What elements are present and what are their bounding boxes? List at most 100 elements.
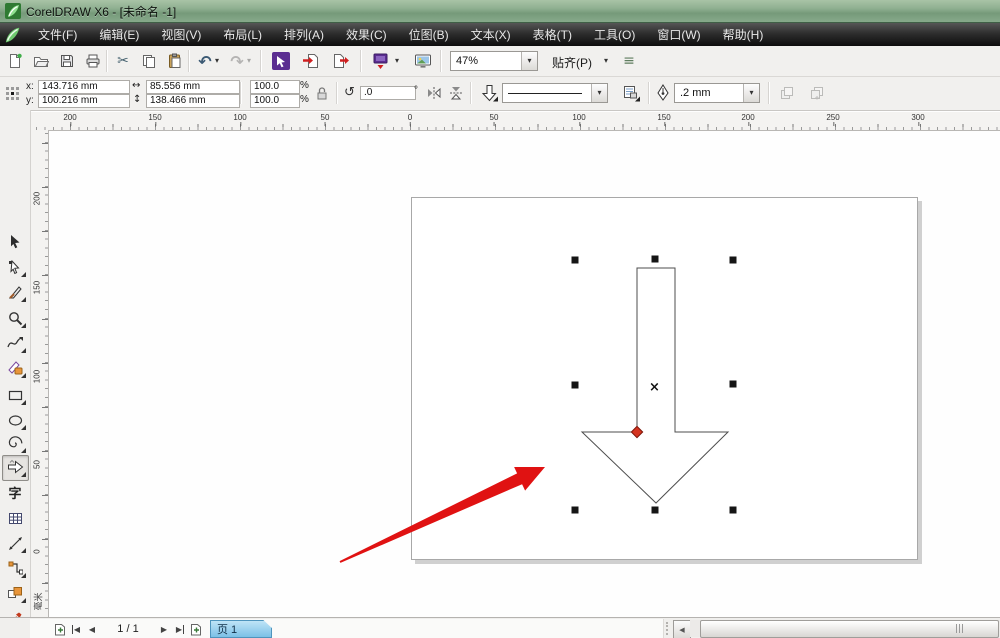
menu-effects[interactable]: 效果(C) — [335, 23, 398, 46]
new-document-button[interactable] — [4, 50, 26, 72]
text-tool[interactable]: 字 — [6, 484, 24, 502]
vruler-label: 150 — [32, 280, 42, 295]
scroll-left-button[interactable]: ◀ — [673, 620, 691, 638]
artistic-media-tool[interactable] — [6, 359, 26, 378]
zoom-tool[interactable] — [6, 309, 26, 328]
basic-shapes-tool[interactable] — [6, 458, 26, 477]
menu-window[interactable]: 窗口(W) — [646, 23, 711, 46]
crop-tool[interactable] — [6, 283, 26, 302]
horizontal-ruler[interactable]: 200 150 100 50 0 50 100 150 200 250 300 — [30, 112, 1000, 131]
y-position-field[interactable]: 100.216 mm — [38, 94, 130, 108]
vertical-ruler[interactable]: 200 150 100 50 0 — [30, 130, 49, 617]
vruler-label: 50 — [32, 460, 42, 469]
scrollbar-splitter[interactable] — [666, 622, 670, 635]
to-front-button[interactable] — [776, 82, 798, 104]
next-page-button[interactable]: ▶ — [156, 621, 172, 637]
rotation-angle-field[interactable]: .0 — [360, 86, 416, 100]
x-position-field[interactable]: 143.716 mm — [38, 80, 130, 94]
scale-horizontal-field[interactable]: 100.0 — [250, 80, 300, 94]
pick-tool[interactable] — [6, 232, 24, 250]
search-content-button[interactable] — [270, 50, 292, 72]
outline-style-dropdown[interactable]: ▾ — [591, 84, 607, 102]
object-height-icon: ↕ — [133, 94, 142, 105]
menu-bitmaps[interactable]: 位图(B) — [398, 23, 460, 46]
object-height-field[interactable]: 138.466 mm — [146, 94, 240, 108]
zoom-level-value: 47% — [456, 55, 479, 67]
scale-vertical-field[interactable]: 100.0 — [250, 94, 300, 108]
add-page-button-left[interactable] — [52, 621, 68, 637]
redo-dropdown[interactable]: ▾ — [244, 50, 254, 72]
menu-tools[interactable]: 工具(O) — [583, 23, 646, 46]
blend-tool[interactable] — [6, 584, 26, 603]
page-tab-strip: ◀ ◀ 1 / 1 ▶ ▶ 页 1 — [30, 619, 664, 638]
mirror-horizontal-button[interactable] — [424, 83, 444, 103]
drawing-page[interactable] — [411, 197, 918, 560]
snap-to-button[interactable]: 贴齐(P) — [552, 54, 592, 71]
degree-label: ° — [414, 85, 418, 96]
copy-button[interactable] — [138, 50, 160, 72]
options-button[interactable]: ≡ — [618, 50, 640, 72]
menu-edit[interactable]: 编辑(E) — [88, 23, 150, 46]
import-button[interactable] — [300, 50, 322, 72]
toolbar-separator — [260, 50, 262, 72]
menu-layout[interactable]: 布局(L) — [212, 23, 273, 46]
title-bar[interactable]: CorelDRAW X6 - [未命名 -1] — [0, 0, 1000, 23]
print-button[interactable] — [82, 50, 104, 72]
undo-dropdown[interactable]: ▾ — [212, 50, 222, 72]
zoom-level-combo[interactable]: 47% ▾ — [450, 51, 538, 71]
application-launcher-dropdown[interactable]: ▾ — [392, 50, 402, 72]
export-button[interactable] — [330, 50, 352, 72]
vruler-label: 0 — [32, 549, 42, 554]
horizontal-scrollbar[interactable] — [690, 620, 1000, 638]
previous-page-button[interactable]: ◀ — [84, 621, 100, 637]
toolbar-separator — [106, 50, 108, 72]
menu-text[interactable]: 文本(X) — [460, 23, 522, 46]
open-button[interactable] — [30, 50, 52, 72]
rectangle-tool[interactable] — [6, 386, 26, 405]
menu-view[interactable]: 视图(V) — [150, 23, 212, 46]
freehand-tool[interactable] — [6, 334, 26, 353]
outline-style-preview — [503, 87, 591, 99]
hruler-label: 200 — [741, 113, 755, 126]
add-page-button-right[interactable] — [188, 621, 204, 637]
welcome-screen-button[interactable] — [412, 50, 434, 72]
page-tab[interactable]: 页 1 — [210, 620, 272, 638]
outline-style-combo[interactable]: ▾ — [502, 83, 608, 103]
first-page-button[interactable]: ◀ — [68, 621, 84, 637]
x-position-label: x: — [26, 81, 34, 92]
object-width-field[interactable]: 85.556 mm — [146, 80, 240, 94]
connector-tool[interactable] — [6, 559, 26, 578]
menu-table[interactable]: 表格(T) — [522, 23, 583, 46]
application-launcher-button[interactable] — [370, 50, 392, 72]
outline-width-dropdown[interactable]: ▾ — [743, 84, 759, 102]
wrap-paragraph-text-button[interactable] — [620, 82, 642, 104]
outline-width-combo[interactable]: .2 mm ▾ — [674, 83, 760, 103]
app-menu-icon[interactable] — [3, 26, 21, 44]
hruler-label: 100 — [233, 113, 247, 126]
zoom-level-dropdown[interactable]: ▾ — [521, 52, 537, 70]
mirror-vertical-button[interactable] — [446, 83, 466, 103]
object-position-grid-icon[interactable] — [5, 86, 20, 101]
paste-button[interactable] — [164, 50, 186, 72]
menu-help[interactable]: 帮助(H) — [712, 23, 775, 46]
hruler-label: 200 — [63, 113, 77, 126]
page-indicator: 1 / 1 — [117, 623, 139, 635]
parallel-dimension-tool[interactable] — [6, 534, 26, 553]
to-back-button[interactable] — [806, 82, 828, 104]
lock-ratio-icon[interactable] — [316, 86, 328, 101]
save-button[interactable] — [56, 50, 78, 72]
horizontal-scrollbar-thumb[interactable] — [700, 620, 999, 638]
menu-arrange[interactable]: 排列(A) — [273, 23, 335, 46]
menu-file[interactable]: 文件(F) — [27, 23, 88, 46]
arrow-shape-selector-button[interactable] — [478, 82, 500, 104]
last-page-button[interactable]: ▶ — [172, 621, 188, 637]
snap-to-dropdown[interactable]: ▾ — [600, 50, 612, 72]
shape-tool[interactable] — [6, 258, 26, 277]
ellipse-tool[interactable] — [6, 411, 26, 430]
polygon-spiral-tool[interactable] — [6, 434, 26, 453]
hruler-label: 300 — [911, 113, 925, 126]
table-tool[interactable] — [6, 509, 24, 527]
window-title: CorelDRAW X6 - [未命名 -1] — [26, 5, 177, 19]
cut-button[interactable]: ✂ — [112, 50, 134, 72]
standard-toolbar: ✂ ↶ ▾ ↷ ▾ ▾ 47% ▾ 贴齐(P) ▾ ≡ — [0, 46, 1000, 77]
